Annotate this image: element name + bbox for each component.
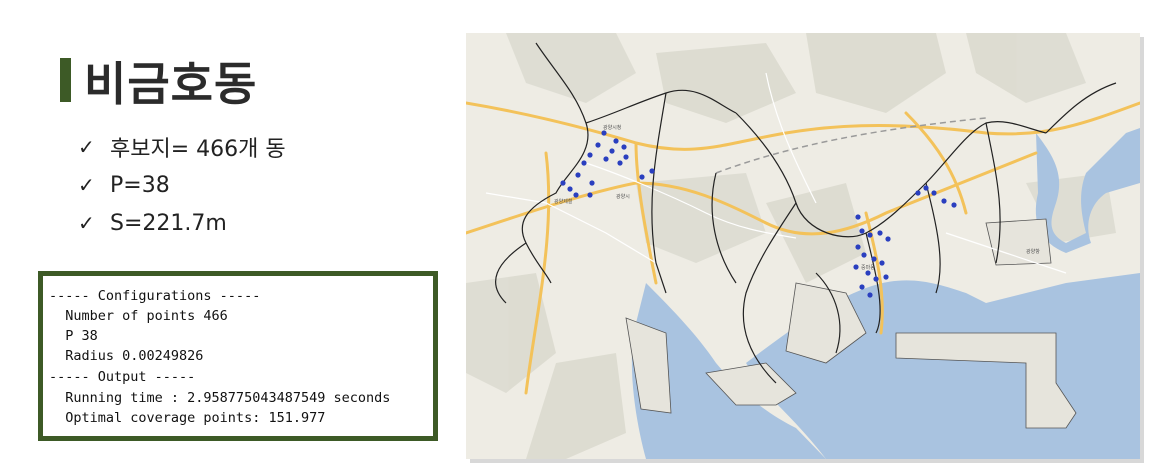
minor-roads bbox=[485, 72, 1067, 274]
svg-text:중마동: 중마동 bbox=[861, 264, 875, 271]
console-output-box: ----- Configurations ----- Number of poi… bbox=[38, 271, 438, 441]
check-mark-icon: ✓ bbox=[78, 173, 95, 197]
check-mark-icon: ✓ bbox=[78, 211, 95, 235]
console-line: ----- Configurations ----- bbox=[49, 288, 261, 304]
console-line: Number of points 466 bbox=[49, 308, 228, 324]
title-accent-bar bbox=[60, 58, 71, 102]
console-line: Running time : 2.958775043487549 seconds bbox=[49, 390, 391, 406]
svg-text:광양제철: 광양제철 bbox=[554, 198, 573, 205]
bullet-item: ✓ S=221.7m bbox=[78, 204, 286, 242]
svg-text:광양항: 광양항 bbox=[1026, 248, 1040, 255]
console-line: P 38 bbox=[49, 328, 98, 344]
slide-title: 비금호동 bbox=[84, 57, 258, 111]
bullet-text: P=38 bbox=[110, 172, 170, 198]
bullet-item: ✓ 후보지= 466개 동 bbox=[78, 128, 286, 166]
console-line: ----- Output ----- bbox=[49, 369, 196, 385]
bullet-text: S=221.7m bbox=[110, 210, 227, 236]
console-line: Radius 0.00249826 bbox=[49, 348, 204, 364]
map-svg: 광양시청 광양제철 중마동 광양시 광양항 bbox=[466, 33, 1140, 459]
map-image: 광양시청 광양제철 중마동 광양시 광양항 bbox=[466, 33, 1140, 459]
console-line: Optimal coverage points: 151.977 bbox=[49, 410, 326, 426]
svg-text:광양시청: 광양시청 bbox=[603, 124, 621, 131]
bullet-list: ✓ 후보지= 466개 동 ✓ P=38 ✓ S=221.7m bbox=[78, 128, 286, 242]
bullet-text: 후보지= 466개 동 bbox=[110, 137, 286, 162]
bullet-item: ✓ P=38 bbox=[78, 166, 286, 204]
svg-text:광양시: 광양시 bbox=[616, 193, 630, 200]
check-mark-icon: ✓ bbox=[78, 135, 95, 159]
